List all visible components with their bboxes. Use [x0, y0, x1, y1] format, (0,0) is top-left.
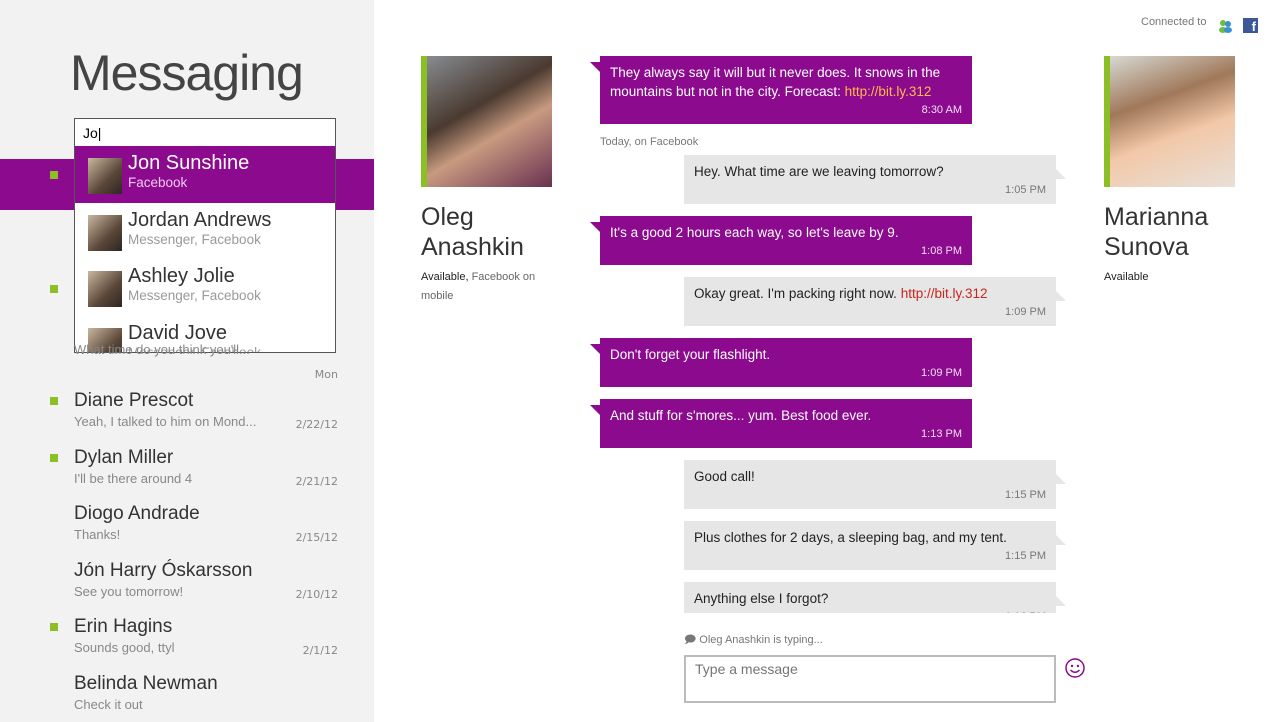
page-title: Messaging — [70, 45, 304, 101]
conversation-name: Diogo Andrade — [74, 503, 200, 524]
smiley-icon — [1065, 658, 1085, 678]
message-text: It's a good 2 hours each way, so let's l… — [610, 225, 899, 240]
message-link[interactable]: http://bit.ly.312 — [901, 286, 988, 301]
suggestion-name: Jon Sunshine — [128, 152, 250, 174]
message-time: 1:09 PM — [1005, 306, 1046, 318]
conversation-date: Mon — [314, 368, 338, 381]
day-label: Today, on Facebook — [600, 136, 699, 148]
conversation-item[interactable]: Belinda Newman Check it out — [74, 673, 338, 712]
message-time: 1:08 PM — [921, 245, 962, 257]
message-time: 8:30 AM — [921, 104, 962, 116]
message-text: Okay great. I'm packing right now. — [694, 286, 901, 301]
conversation-pane — [0, 0, 374, 722]
conversation-name: Jón Harry Óskarsson — [74, 560, 253, 581]
conversation-date: 2/1/12 — [302, 644, 338, 657]
online-indicator — [50, 454, 58, 462]
message-bubble: It's a good 2 hours each way, so let's l… — [590, 216, 972, 265]
conversation-item[interactable]: Dylan Miller I'll be there around 4 2/21/1… — [74, 447, 338, 488]
my-info: Marianna Sunova Available — [1104, 202, 1208, 287]
message-time: 1:15 PM — [1005, 489, 1046, 501]
messenger-icon[interactable] — [1218, 18, 1233, 33]
conversation-date: 2/21/12 — [295, 475, 338, 488]
speech-bubble-icon: 🗩 — [684, 634, 697, 646]
online-indicator — [50, 623, 58, 631]
conversation-preview: What time do you think you'll... — [74, 342, 250, 357]
message-text: Plus clothes for 2 days, a sleeping bag,… — [694, 530, 1007, 545]
conversation-item[interactable]: Diogo Andrade Thanks! 2/15/12 — [74, 503, 338, 544]
message-input[interactable] — [684, 655, 1056, 703]
message-time: 1:09 PM — [921, 367, 962, 379]
message-link[interactable]: http://bit.ly.312 — [845, 84, 932, 99]
search-input[interactable] — [74, 118, 336, 147]
my-photo — [1104, 56, 1235, 187]
suggestion-services: Facebook — [128, 175, 188, 190]
conversation-date: 2/22/12 — [295, 418, 338, 431]
contact-first-name: Oleg — [421, 203, 474, 231]
conversation-item[interactable]: What time do you think you'll... Mon — [74, 340, 338, 381]
message-time: 1:16 PM — [694, 610, 1046, 613]
conversation-preview: Sounds good, ttyl — [74, 640, 175, 655]
suggestion-services: Messenger, Facebook — [128, 231, 261, 247]
message-time: 1:13 PM — [921, 428, 962, 440]
message-thread: Today, on Facebook They always say it wil… — [590, 50, 1070, 613]
suggestion-name: Ashley Jolie — [128, 265, 235, 287]
avatar — [88, 214, 122, 251]
conversation-name: Belinda Newman — [74, 673, 218, 694]
typing-text: Oleg Anashkin is typing... — [699, 634, 823, 646]
online-indicator — [50, 397, 58, 405]
contact-status: Available, — [421, 271, 469, 283]
message-time: 1:05 PM — [1005, 184, 1046, 196]
my-first-name: Marianna — [1104, 203, 1209, 231]
message-bubble: And stuff for s'mores... yum. Best food … — [590, 399, 972, 448]
message-bubble: Okay great. I'm packing right now. http:… — [684, 277, 1066, 326]
online-indicator — [50, 171, 58, 179]
conversation-date: 2/10/12 — [295, 588, 338, 601]
contact-info: Oleg Anashkin Available, Facebook on mob… — [421, 202, 551, 306]
conversation-name: Dylan Miller — [74, 447, 174, 468]
avatar — [88, 158, 122, 194]
contact-last-name: Anashkin — [421, 233, 524, 261]
conversation-item[interactable]: Erin Hagins Sounds good, ttyl 2/1/12 — [74, 616, 338, 657]
message-bubble: They always say it will but it never doe… — [590, 56, 972, 124]
message-text: And stuff for s'mores... yum. Best food … — [610, 408, 872, 423]
typing-indicator: 🗩 Oleg Anashkin is typing... — [684, 631, 823, 650]
suggestion-item[interactable]: Jon Sunshine Facebook — [75, 146, 335, 203]
message-bubble: Plus clothes for 2 days, a sleeping bag,… — [684, 521, 1066, 570]
suggestion-item[interactable]: Jordan Andrews Messenger, Facebook — [75, 203, 335, 260]
contact-photo — [421, 56, 552, 187]
message-bubble: Don't forget your flashlight. 1:09 PM — [590, 338, 972, 387]
message-bubble: Good call! 1:15 PM — [684, 460, 1066, 509]
facebook-icon[interactable]: f — [1243, 18, 1258, 34]
message-bubble: Anything else I forgot? 1:16 PM — [684, 582, 1066, 613]
conversation-name: Erin Hagins — [74, 616, 173, 637]
message-time: 1:15 PM — [1005, 550, 1046, 562]
message-text: Anything else I forgot? — [694, 591, 829, 606]
message-text: Don't forget your flashlight. — [610, 347, 771, 362]
online-indicator — [50, 285, 58, 293]
suggestion-services: Messenger, Facebook — [128, 288, 261, 303]
conversation-date: 2/15/12 — [295, 531, 338, 544]
message-bubble: Hey. What time are we leaving tomorrow? 1… — [684, 155, 1066, 204]
suggestion-item[interactable]: Ashley Jolie Messenger, Facebook — [75, 259, 335, 316]
message-text: Hey. What time are we leaving tomorrow? — [694, 164, 944, 179]
conversation-item[interactable]: Jón Harry Óskarsson See you tomorrow! 2/10… — [74, 560, 338, 601]
connected-label: Connected to — [1141, 16, 1207, 28]
my-status: Available — [1104, 271, 1149, 283]
avatar — [88, 271, 122, 307]
my-last-name: Sunova — [1104, 233, 1189, 261]
conversation-item[interactable]: Diane Prescot Yeah, I talked to him on Mo… — [74, 390, 338, 431]
message-text: Good call! — [694, 469, 755, 484]
suggestion-dropdown: Jon Sunshine Facebook Jordan Andrews Messen… — [74, 146, 336, 353]
conversation-preview: Check it out — [74, 697, 143, 712]
emoji-button[interactable] — [1064, 657, 1086, 683]
conversation-name: Diane Prescot — [74, 390, 194, 411]
suggestion-name: Jordan Andrews — [128, 208, 272, 231]
